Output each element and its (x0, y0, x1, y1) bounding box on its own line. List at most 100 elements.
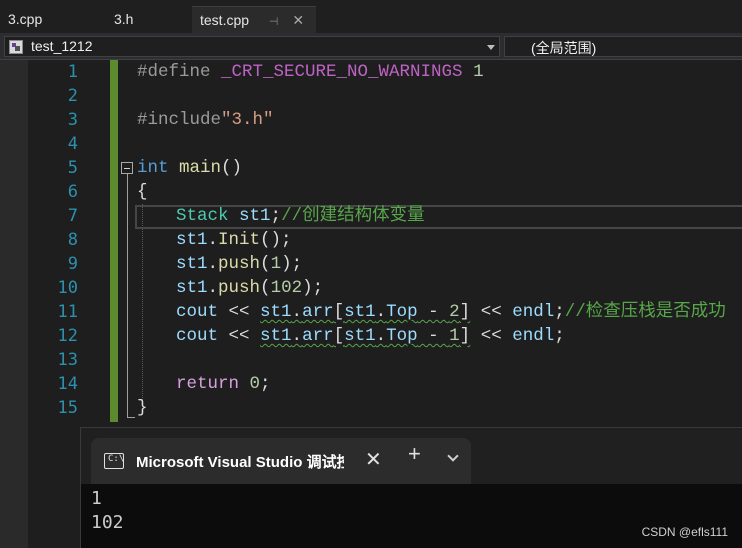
watermark: CSDN @efls111 (641, 525, 728, 539)
punctuation: (); (260, 230, 292, 250)
code-line-7[interactable]: Stack st1;//创建结构体变量 (176, 204, 425, 228)
close-icon[interactable]: ✕ (365, 447, 382, 472)
code-line-12[interactable]: cout << st1.arr[st1.Top - 1] << endl; (176, 324, 565, 348)
member: Top (386, 302, 418, 322)
line-number: 10 (57, 278, 78, 298)
navigation-bar: test_1212 (全局范围) (0, 33, 742, 60)
code-line-8[interactable]: st1.Init(); (176, 228, 292, 252)
outline-guide (127, 174, 128, 418)
scope-label: (全局范围) (531, 40, 597, 56)
plus-icon[interactable]: + (408, 443, 421, 465)
document-tab-bar: 3.cpp 3.h test.cpp ⊣ ✕ (0, 0, 742, 33)
keyword: return (176, 374, 240, 394)
code-line-1[interactable]: #define _CRT_SECURE_NO_WARNINGS 1 (137, 60, 484, 84)
punctuation: . (207, 230, 219, 250)
function-name: push (218, 278, 261, 298)
project-dropdown[interactable]: test_1212 (4, 36, 500, 57)
diagnostic-squiggle[interactable]: st1.arr[st1.Top - 2] (260, 302, 470, 322)
variable: st1 (344, 302, 376, 322)
variable: st1 (344, 326, 376, 346)
operator: << (218, 326, 261, 346)
scope-dropdown[interactable]: (全局范围) (504, 36, 742, 57)
variable: st1 (260, 302, 292, 322)
operator: - (417, 326, 450, 346)
collapse-toggle-icon[interactable] (121, 162, 133, 174)
code-line-11[interactable]: cout << st1.arr[st1.Top - 2] << endl;//检… (176, 300, 726, 324)
number-literal: 102 (270, 278, 303, 298)
line-number: 3 (67, 110, 78, 130)
tab-3-h[interactable]: 3.h (106, 6, 141, 33)
line-number: 6 (67, 182, 78, 202)
brace: { (137, 182, 148, 202)
operator: << (218, 302, 261, 322)
punctuation: ; (270, 206, 282, 226)
tab-test-cpp[interactable]: test.cpp ⊣ ✕ (192, 6, 316, 33)
line-number: 4 (67, 134, 78, 154)
function-name: main (168, 158, 222, 178)
tab-3-cpp[interactable]: 3.cpp (0, 6, 50, 33)
line-number: 2 (67, 86, 78, 106)
code-line-3[interactable]: #include"3.h" (137, 108, 274, 132)
console-output-line: 102 (91, 512, 124, 533)
operator: << (470, 302, 513, 322)
variable: st1 (176, 254, 208, 274)
punctuation: ; (554, 302, 565, 322)
variable: st1 (176, 278, 208, 298)
code-line-6[interactable]: { (137, 180, 148, 204)
change-tracking-margin (110, 60, 118, 422)
console-output-line: 1 (91, 488, 102, 509)
number-literal: 1 (270, 254, 282, 274)
code-line-15[interactable]: } (137, 396, 148, 420)
line-number: 5 (67, 158, 78, 178)
variable: cout (176, 302, 219, 322)
code-line-14[interactable]: return 0; (176, 372, 271, 396)
punctuation: . (207, 254, 219, 274)
variable: st1 (239, 206, 271, 226)
line-number: 1 (67, 62, 78, 82)
punctuation: ); (302, 278, 324, 298)
pin-icon[interactable]: ⊣ (269, 9, 279, 36)
keyword: int (137, 158, 169, 178)
line-number: 9 (67, 254, 78, 274)
line-number: 15 (57, 398, 78, 418)
code-line-10[interactable]: st1.push(102); (176, 276, 323, 300)
code-line-5[interactable]: int main() (137, 156, 242, 180)
code-line-9[interactable]: st1.push(1); (176, 252, 302, 276)
indent-guide (142, 204, 143, 400)
variable: endl (512, 302, 555, 322)
console-title-bar: C:\ Microsoft Visual Studio 调试控制台 ✕ + (81, 428, 742, 484)
punctuation: . (375, 302, 387, 322)
tab-label: test.cpp (200, 12, 250, 28)
console-title: Microsoft Visual Studio 调试控制台 (136, 454, 344, 471)
line-number: 7 (67, 206, 78, 226)
punctuation: ] (459, 302, 471, 322)
type-name: Stack (176, 206, 229, 226)
function-name: push (218, 254, 261, 274)
member: arr (302, 302, 334, 322)
project-label: test_1212 (31, 38, 93, 54)
number-literal: 1 (449, 326, 460, 346)
member: arr (302, 326, 334, 346)
close-icon[interactable]: ✕ (292, 7, 304, 34)
punctuation: ] (459, 326, 471, 346)
line-number: 13 (57, 350, 78, 370)
punctuation: ; (260, 374, 271, 394)
chevron-down-icon[interactable] (487, 45, 495, 50)
terminal-icon: C:\ (104, 453, 124, 469)
line-number: 12 (57, 326, 78, 346)
class-view-icon (9, 40, 23, 54)
punctuation: . (207, 278, 219, 298)
outline-guide-end (127, 417, 135, 418)
macro-name: _CRT_SECURE_NO_WARNINGS (221, 62, 463, 82)
include-path: "3.h" (221, 110, 274, 130)
punctuation: [ (333, 326, 345, 346)
variable: cout (176, 326, 219, 346)
preprocessor-directive: #define (137, 62, 222, 82)
number-literal: 2 (449, 302, 460, 322)
comment: //创建结构体变量 (281, 206, 425, 226)
variable: st1 (260, 326, 292, 346)
diagnostic-squiggle[interactable]: st1.arr[st1.Top - 1] (260, 326, 470, 346)
